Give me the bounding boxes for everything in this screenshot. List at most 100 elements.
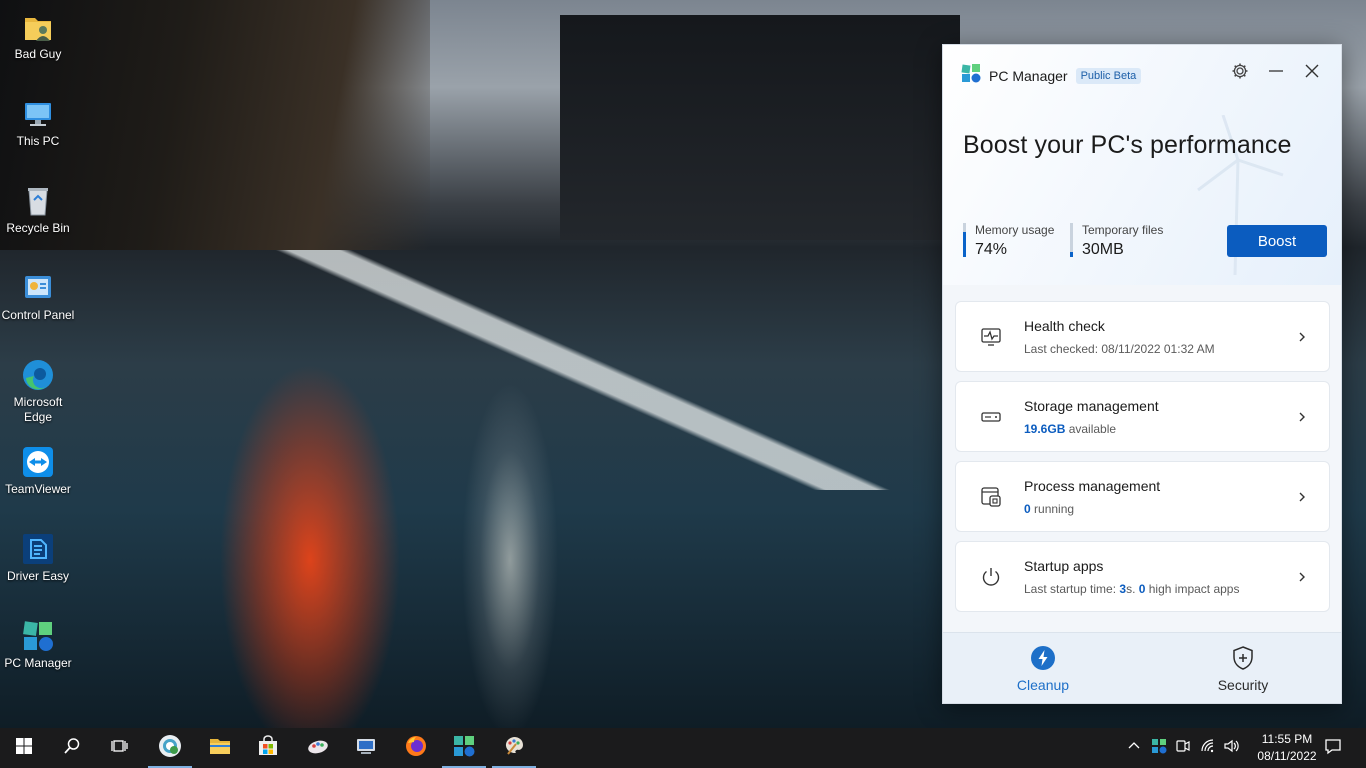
- health-check-title: Health check: [1024, 318, 1105, 334]
- taskbar-app-pc-manager[interactable]: [440, 728, 488, 768]
- paint-palette-icon: [502, 734, 526, 763]
- process-icon: [980, 486, 1002, 508]
- desktop-icon-recycle-bin[interactable]: Recycle Bin: [0, 184, 76, 236]
- memory-usage-label: Memory usage: [975, 223, 1055, 237]
- tray-pc-manager[interactable]: [1147, 728, 1171, 768]
- chevron-right-icon: [1297, 489, 1307, 505]
- storage-available-suffix: available: [1065, 422, 1117, 436]
- show-hidden-icons-button[interactable]: [1122, 728, 1146, 768]
- pc-manager-icon: [452, 734, 476, 763]
- desktop-icon-pc-manager[interactable]: PC Manager: [0, 619, 76, 671]
- health-check-icon: [980, 326, 1002, 348]
- storage-management-title: Storage management: [1024, 398, 1159, 414]
- tray-network[interactable]: [1196, 728, 1220, 768]
- memory-usage-value: 74%: [975, 241, 1008, 258]
- user-folder-icon: [21, 10, 55, 44]
- desktop-icon-label: Control Panel: [1, 308, 75, 322]
- title-bar: PC Manager Public Beta: [961, 63, 1142, 88]
- search-button[interactable]: [48, 728, 96, 768]
- chevron-right-icon: [1297, 329, 1307, 345]
- wallpaper-road-markings: [200, 250, 940, 490]
- folder-icon: [208, 734, 232, 763]
- task-view-button[interactable]: [96, 728, 144, 768]
- taskbar-app-chrome[interactable]: [146, 728, 194, 768]
- temporary-files-bar: [1070, 251, 1073, 257]
- desktop-icon-bad-guy[interactable]: Bad Guy: [0, 10, 76, 62]
- chevron-right-icon: [1297, 409, 1307, 425]
- boost-button[interactable]: Boost: [1227, 225, 1327, 257]
- wifi-icon: [1200, 738, 1216, 759]
- recycle-bin-icon: [21, 184, 55, 218]
- temporary-files-stat: Temporary files 30MB: [1070, 223, 1190, 258]
- driver-easy-icon: [21, 532, 55, 566]
- desktop-icon-teamviewer[interactable]: TeamViewer: [0, 445, 76, 497]
- process-management-card[interactable]: Process management 0 running: [955, 461, 1330, 532]
- control-panel-icon: [21, 271, 55, 305]
- windows-logo-icon: [15, 737, 33, 760]
- headline: Boost your PC's performance: [963, 131, 1292, 159]
- notifications-button[interactable]: [1310, 728, 1356, 768]
- process-running-suffix: running: [1030, 502, 1075, 516]
- pc-manager-window: PC Manager Public Beta Boost your PC's p…: [942, 44, 1342, 704]
- storage-management-card[interactable]: Storage management 19.6GB available: [955, 381, 1330, 452]
- taskbar-app-store[interactable]: [244, 728, 292, 768]
- health-check-card[interactable]: Health check Last checked: 08/11/2022 01…: [955, 301, 1330, 372]
- wallpaper-parking-garage: [560, 15, 960, 240]
- bottom-navigation: Cleanup Security: [943, 632, 1341, 703]
- chevron-right-icon: [1297, 569, 1307, 585]
- storage-available-value: 19.6GB: [1024, 422, 1066, 436]
- process-management-subtitle: 0 running: [1024, 502, 1074, 516]
- taskbar-app-network-tool[interactable]: [342, 728, 390, 768]
- memory-usage-stat: Memory usage 74%: [963, 223, 1063, 258]
- desktop-icon-label: Bad Guy: [14, 47, 62, 61]
- health-check-subtitle: Last checked: 08/11/2022 01:32 AM: [1024, 342, 1215, 356]
- storage-management-subtitle: 19.6GB available: [1024, 422, 1116, 436]
- taskbar-app-paint[interactable]: [490, 728, 538, 768]
- desktop-icon-edge[interactable]: Microsoft Edge: [0, 358, 76, 425]
- process-management-title: Process management: [1024, 478, 1161, 494]
- tray-camera[interactable]: [1171, 728, 1195, 768]
- taskbar: 11:55 PM 08/11/2022: [0, 728, 1366, 768]
- teamviewer-icon: [21, 445, 55, 479]
- startup-prefix: Last startup time:: [1024, 582, 1120, 596]
- firefox-icon: [404, 734, 428, 763]
- camera-icon: [1175, 738, 1191, 759]
- nav-security[interactable]: Security: [1143, 633, 1341, 703]
- start-button[interactable]: [0, 728, 48, 768]
- minimize-button[interactable]: [1259, 59, 1293, 87]
- close-button[interactable]: [1295, 59, 1329, 87]
- pc-manager-tray-icon: [1151, 738, 1167, 759]
- close-icon: [1304, 63, 1320, 84]
- nav-cleanup-label: Cleanup: [1016, 677, 1070, 693]
- temporary-files-value: 30MB: [1082, 241, 1124, 258]
- search-icon: [63, 737, 81, 760]
- desktop-icon-label: Microsoft Edge: [13, 395, 63, 424]
- startup-apps-subtitle: Last startup time: 3s. 0 high impact app…: [1024, 582, 1239, 596]
- tray-volume[interactable]: [1219, 728, 1243, 768]
- shield-icon: [1230, 645, 1256, 671]
- desktop-icon-this-pc[interactable]: This PC: [0, 97, 76, 149]
- desktop-icon-label: Recycle Bin: [6, 221, 70, 235]
- computer-icon: [21, 97, 55, 131]
- edge-icon: [21, 358, 55, 392]
- pc-manager-logo-icon: [961, 63, 981, 88]
- desktop-icon-control-panel[interactable]: Control Panel: [0, 271, 76, 323]
- settings-button[interactable]: [1223, 59, 1257, 87]
- minimize-icon: [1268, 63, 1284, 84]
- taskbar-app-paint-tool[interactable]: [294, 728, 342, 768]
- desktop-icon-driver-easy[interactable]: Driver Easy: [0, 532, 76, 584]
- startup-apps-card[interactable]: Startup apps Last startup time: 3s. 0 hi…: [955, 541, 1330, 612]
- storage-drive-icon: [980, 406, 1002, 428]
- speaker-icon: [1223, 738, 1239, 759]
- taskbar-app-firefox[interactable]: [392, 728, 440, 768]
- network-tool-icon: [354, 734, 378, 763]
- nav-cleanup[interactable]: Cleanup: [943, 633, 1143, 703]
- memory-usage-bar: [963, 231, 966, 257]
- paint-brush-icon: [306, 734, 330, 763]
- temporary-files-label: Temporary files: [1082, 223, 1164, 237]
- taskbar-app-file-explorer[interactable]: [196, 728, 244, 768]
- desktop-icon-label: TeamViewer: [5, 482, 71, 496]
- chrome-icon: [158, 734, 182, 763]
- notification-icon: [1324, 737, 1342, 760]
- cleanup-bolt-icon: [1030, 645, 1056, 671]
